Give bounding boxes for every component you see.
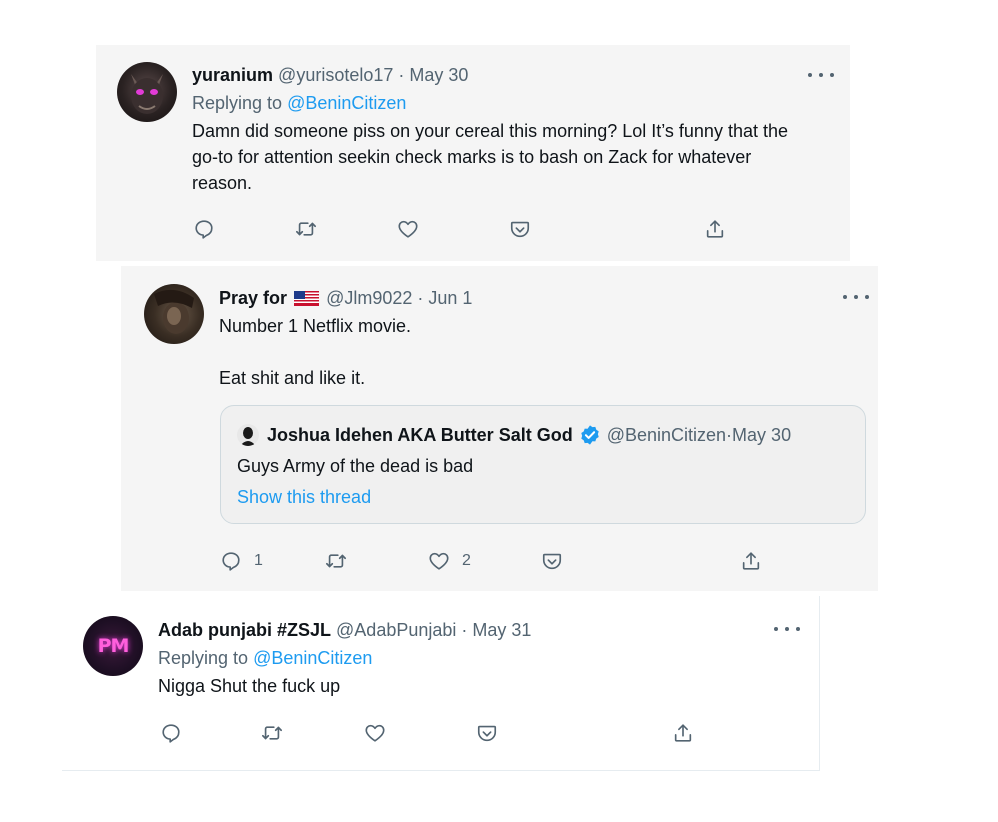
pocket-icon <box>509 218 531 240</box>
display-name[interactable]: Pray for <box>219 288 287 308</box>
reply-icon <box>220 550 242 572</box>
like-icon <box>428 550 450 572</box>
quoted-avatar <box>237 424 259 446</box>
separator: · <box>456 620 473 640</box>
retweet-button[interactable] <box>261 722 283 744</box>
replying-prefix: Replying to <box>192 93 288 113</box>
replying-to: Replying to @BeninCitizen <box>158 646 372 670</box>
show-thread-link[interactable]: Show this thread <box>237 484 371 510</box>
pocket-icon <box>541 550 563 572</box>
display-name[interactable]: yuranium <box>192 65 273 85</box>
more-icon[interactable] <box>808 67 834 83</box>
handle[interactable]: @AdabPunjabi <box>336 620 456 640</box>
reply-icon <box>193 218 215 240</box>
pocket-button[interactable] <box>541 550 563 572</box>
quoted-display-name[interactable]: Joshua Idehen AKA Butter Salt God <box>267 423 573 447</box>
mention-link[interactable]: @BeninCitizen <box>253 648 372 668</box>
tweet-text-line-1: Number 1 Netflix movie. <box>219 316 412 336</box>
quoted-text: Guys Army of the dead is bad <box>237 456 474 476</box>
quoted-date[interactable]: May 30 <box>732 423 791 447</box>
tweet-text-line-2: Eat shit and like it. <box>219 368 366 388</box>
handle[interactable]: @Jlm9022 <box>326 288 412 308</box>
tweet-pray-for[interactable]: Pray for @Jlm9022 · Jun 1 Number 1 Netfl… <box>121 266 878 591</box>
replying-prefix: Replying to <box>158 648 254 668</box>
like-button[interactable] <box>397 218 419 240</box>
share-button[interactable] <box>672 722 694 744</box>
reply-icon <box>160 722 182 744</box>
share-icon <box>740 550 762 572</box>
tweet-text: Nigga Shut the fuck up <box>158 676 341 696</box>
mention-link[interactable]: @BeninCitizen <box>287 93 406 113</box>
replying-to: Replying to @BeninCitizen <box>192 91 406 115</box>
verified-icon <box>580 425 599 445</box>
avatar[interactable] <box>144 284 204 344</box>
pocket-button[interactable] <box>476 722 498 744</box>
quoted-handle[interactable]: @BeninCitizen <box>607 423 726 447</box>
share-icon <box>672 722 694 744</box>
separator: · <box>412 288 429 308</box>
share-button[interactable] <box>740 550 762 572</box>
share-button[interactable] <box>704 218 726 240</box>
tweet-date[interactable]: May 31 <box>472 620 531 640</box>
us-flag-icon <box>294 291 320 306</box>
reply-count: 1 <box>254 552 263 569</box>
separator: · <box>393 65 410 85</box>
like-button[interactable]: 2 <box>428 550 471 572</box>
pocket-button[interactable] <box>509 218 531 240</box>
reply-button[interactable] <box>160 722 182 744</box>
like-count: 2 <box>462 552 471 569</box>
like-icon <box>364 722 386 744</box>
avatar-logo-text: PM <box>97 635 130 657</box>
reply-button[interactable] <box>193 218 215 240</box>
like-icon <box>397 218 419 240</box>
tweet-date[interactable]: May 30 <box>409 65 468 85</box>
avatar[interactable]: PM <box>83 616 143 676</box>
display-name[interactable]: Adab punjabi #ZSJL <box>158 620 331 640</box>
more-icon[interactable] <box>843 289 869 305</box>
like-button[interactable] <box>364 722 386 744</box>
retweet-button[interactable] <box>295 218 317 240</box>
tweet-date[interactable]: Jun 1 <box>428 288 472 308</box>
share-icon <box>704 218 726 240</box>
retweet-icon <box>261 722 283 744</box>
retweet-button[interactable] <box>325 550 347 572</box>
avatar-image <box>131 74 163 114</box>
pocket-icon <box>476 722 498 744</box>
quoted-tweet[interactable]: Joshua Idehen AKA Butter Salt God @Benin… <box>220 405 866 524</box>
avatar-image <box>154 289 194 334</box>
tweet-yuranium[interactable]: yuranium @yurisotelo17 · May 30 Replying… <box>96 45 850 261</box>
more-icon[interactable] <box>774 621 800 637</box>
handle[interactable]: @yurisotelo17 <box>278 65 393 85</box>
tweet-text: Damn did someone piss on your cereal thi… <box>192 121 788 193</box>
tweet-adab-punjabi[interactable]: PM Adab punjabi #ZSJL @AdabPunjabi · May… <box>62 596 820 771</box>
reply-button[interactable]: 1 <box>220 550 263 572</box>
retweet-icon <box>295 218 317 240</box>
avatar[interactable] <box>117 62 177 122</box>
retweet-icon <box>325 550 347 572</box>
